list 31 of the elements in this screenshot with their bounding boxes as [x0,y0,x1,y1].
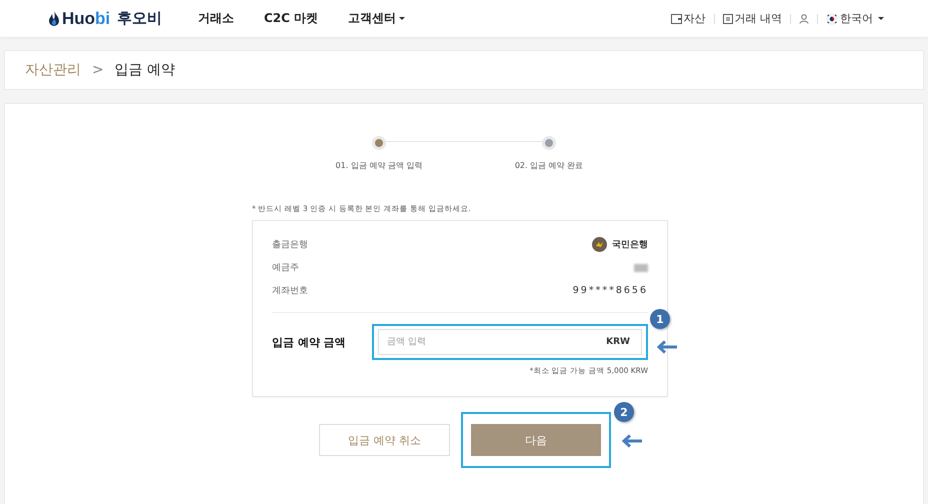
step-badge: 2 [614,402,634,422]
field-label: 출금은행 [272,239,308,251]
amount-label: 입금 예약 금액 [272,334,346,350]
arrow-icon [621,434,643,448]
redacted-text [634,264,648,272]
currency-label: KRW [606,337,630,347]
user-icon[interactable] [799,14,809,24]
nav-link[interactable]: 거래소 [198,10,234,27]
step-label: 02. 입금 예약 완료 [514,160,584,171]
document-icon [722,14,732,24]
nav-link[interactable]: C2C 마켓 [264,10,318,27]
field-label: 예금주 [272,262,299,274]
wallet-icon [670,14,682,24]
caret-icon [878,17,884,20]
logo[interactable]: Huobi 후오비 [48,8,198,28]
arrow-icon [656,340,678,354]
flame-icon [48,10,60,26]
nav-link[interactable]: 고객센터 [348,10,406,27]
bank-name: 국민은행 [612,239,648,251]
step-label: 01. 입금 예약 금액 입력 [336,160,422,171]
breadcrumb-separator: > [92,62,104,78]
step-badge: 1 [650,309,670,329]
history-link[interactable]: 거래 내역 [722,11,782,26]
breadcrumb-current: 입금 예약 [114,61,176,79]
account-number: 99****8656 [572,285,648,296]
assets-link[interactable]: 자산 [670,11,706,26]
language-selector[interactable]: 한국어 [826,11,884,26]
field-label: 계좌번호 [272,285,308,297]
caret-icon [399,17,406,20]
flag-icon [826,12,838,24]
bank-logo-icon [592,237,607,252]
